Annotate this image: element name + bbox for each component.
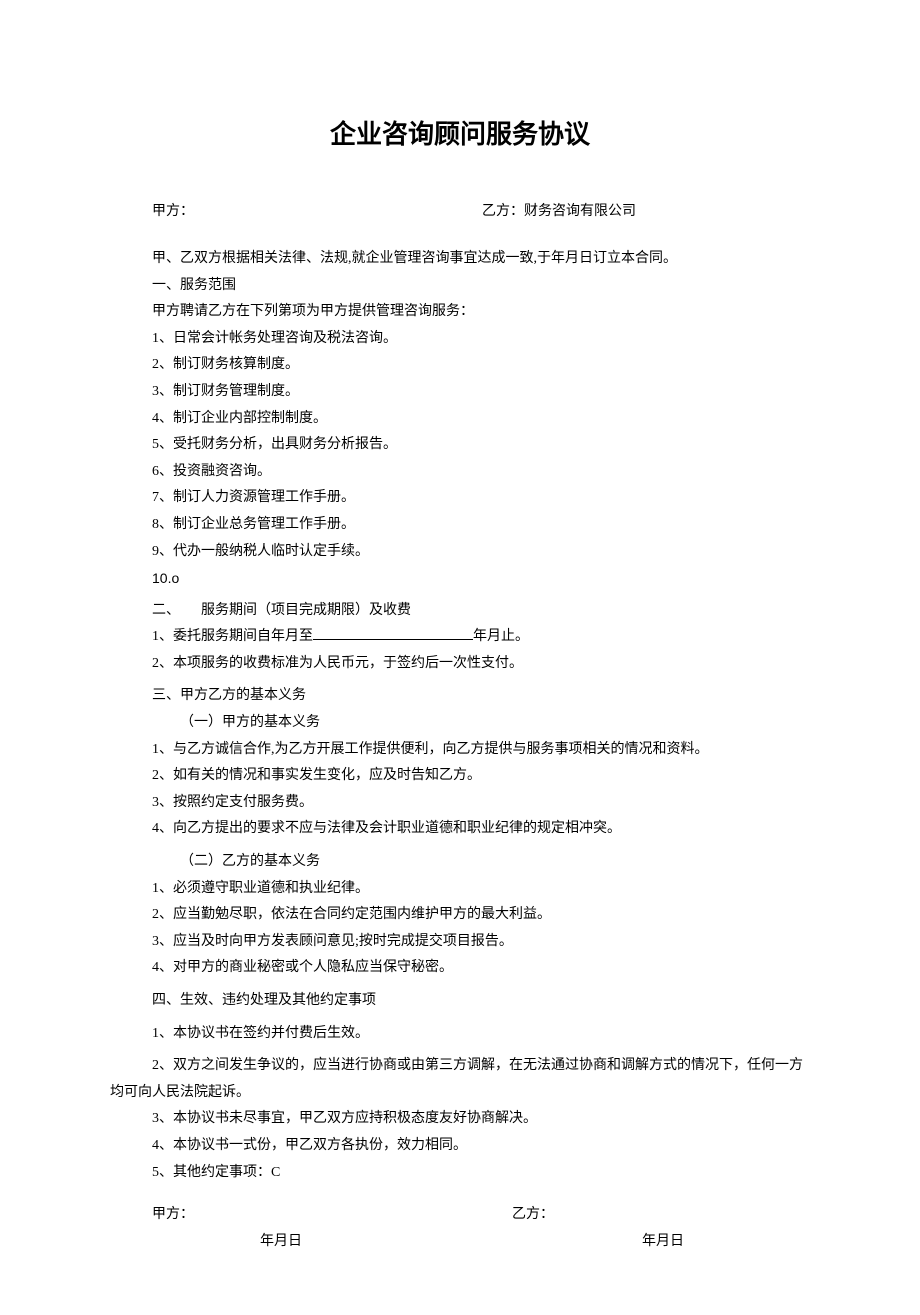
- s1-item-10: 10.o: [110, 565, 810, 592]
- s1-item-3: 3、制订财务管理制度。: [110, 379, 810, 406]
- section-1-intro: 甲方聘请乙方在下列第项为甲方提供管理咨询服务：: [110, 299, 810, 326]
- s1-item-4: 4、制订企业内部控制制度。: [110, 406, 810, 433]
- party-a-label: 甲方：: [152, 199, 482, 226]
- s2-item-2: 2、本项服务的收费标准为人民币元，于签约后一次性支付。: [110, 651, 810, 678]
- s4-item-5: 5、其他约定事项：C: [110, 1160, 810, 1187]
- s4-item-4: 4、本协议书一式份，甲乙双方各执份，效力相同。: [110, 1133, 810, 1160]
- party-row: 甲方： 乙方：财务咨询有限公司: [110, 199, 810, 226]
- signature-a: 甲方：: [152, 1202, 512, 1229]
- signature-row: 甲方： 乙方：: [110, 1202, 810, 1229]
- date-b: 年月日: [620, 1229, 810, 1256]
- s4-item-1: 1、本协议书在签约并付费后生效。: [110, 1021, 810, 1048]
- section-4-heading: 四、生效、违约处理及其他约定事项: [110, 988, 810, 1015]
- s3-sub2-heading: （二）乙方的基本义务: [110, 849, 810, 876]
- s2-item-1-post: 年月止。: [473, 629, 529, 644]
- section-1-heading: 一、服务范围: [110, 273, 810, 300]
- s1-item-1: 1、日常会计帐务处理咨询及税法咨询。: [110, 326, 810, 353]
- party-b-label: 乙方：财务咨询有限公司: [482, 199, 810, 226]
- preamble: 甲、乙双方根据相关法律、法规,就企业管理咨询事宜达成一致,于年月日订立本合同。: [110, 246, 810, 273]
- s2-item-1: 1、委托服务期间自年月至 年月止。: [110, 624, 810, 651]
- s3-sub2-item-3: 3、应当及时向甲方发表顾问意见;按时完成提交项目报告。: [110, 929, 810, 956]
- s1-item-5: 5、受托财务分析，出具财务分析报告。: [110, 432, 810, 459]
- date-row: 年月日 年月日: [110, 1229, 810, 1256]
- s1-item-8: 8、制订企业总务管理工作手册。: [110, 512, 810, 539]
- preamble-text: 甲、乙双方根据相关法律、法规,就企业管理咨询事宜达成一致,于年月日订立本合同。: [152, 251, 677, 266]
- s2-item-1-pre: 1、委托服务期间自年月至: [152, 629, 313, 644]
- s4-item-3: 3、本协议书未尽事宜，甲乙双方应持积极态度友好协商解决。: [110, 1106, 810, 1133]
- document-page: 企业咨询顾问服务协议 甲方： 乙方：财务咨询有限公司 甲、乙双方根据相关法律、法…: [0, 0, 920, 1315]
- section-3-heading: 三、甲方乙方的基本义务: [110, 683, 810, 710]
- s3-sub1-item-4: 4、向乙方提出的要求不应与法律及会计职业道德和职业纪律的规定相冲突。: [110, 816, 810, 843]
- s1-item-9: 9、代办一般纳税人临时认定手续。: [110, 539, 810, 566]
- s3-sub1-item-2: 2、如有关的情况和事实发生变化，应及时告知乙方。: [110, 763, 810, 790]
- section-2-heading: 二、 服务期间（项目完成期限）及收费: [110, 598, 810, 625]
- s3-sub2-item-2: 2、应当勤勉尽职，依法在合同约定范围内维护甲方的最大利益。: [110, 902, 810, 929]
- s3-sub2-item-1: 1、必须遵守职业道德和执业纪律。: [110, 876, 810, 903]
- s1-item-6: 6、投资融资咨询。: [110, 459, 810, 486]
- s1-item-2: 2、制订财务核算制度。: [110, 352, 810, 379]
- s3-sub1-item-3: 3、按照约定支付服务费。: [110, 790, 810, 817]
- s3-sub1-heading: （一）甲方的基本义务: [110, 710, 810, 737]
- signature-b: 乙方：: [512, 1202, 810, 1229]
- blank-line: [313, 625, 473, 640]
- s3-sub2-item-4: 4、对甲方的商业秘密或个人隐私应当保守秘密。: [110, 955, 810, 982]
- s4-item-2: 2、双方之间发生争议的，应当进行协商或由第三方调解，在无法通过协商和调解方式的情…: [110, 1053, 810, 1106]
- date-a: 年月日: [260, 1229, 620, 1256]
- document-title: 企业咨询顾问服务协议: [110, 110, 810, 159]
- s3-sub1-item-1: 1、与乙方诚信合作,为乙方开展工作提供便利，向乙方提供与服务事项相关的情况和资料…: [110, 737, 810, 764]
- s1-item-7: 7、制订人力资源管理工作手册。: [110, 485, 810, 512]
